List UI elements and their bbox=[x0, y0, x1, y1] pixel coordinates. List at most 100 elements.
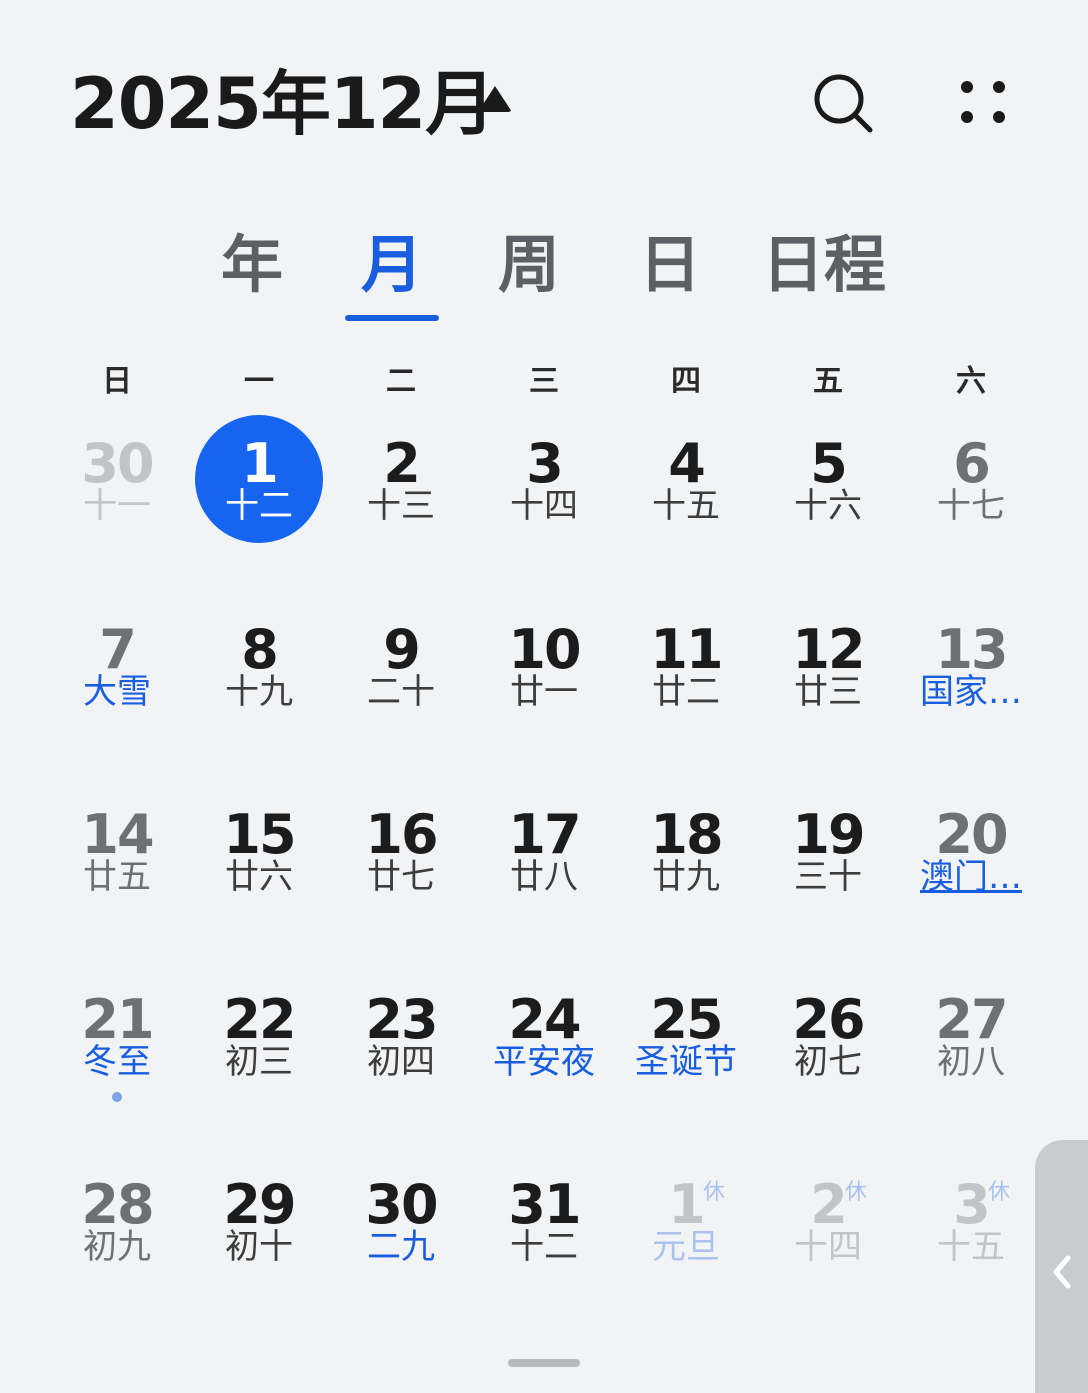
lunar-label: 十三 bbox=[367, 486, 435, 526]
day-cell[interactable]: 10 廿一 bbox=[473, 620, 615, 760]
day-cell[interactable]: 2 十三 bbox=[330, 434, 472, 574]
holiday-label: 平安夜 bbox=[493, 1042, 595, 1082]
day-cell[interactable]: 11 廿二 bbox=[615, 620, 757, 760]
day-number: 2 bbox=[810, 1173, 848, 1236]
day-cell[interactable]: 17 廿八 bbox=[473, 805, 615, 945]
lunar-label: 十七 bbox=[937, 486, 1005, 526]
lunar-label: 廿六 bbox=[225, 857, 293, 897]
day-number: 24 bbox=[508, 988, 581, 1051]
rest-day-tag: 休 bbox=[988, 1180, 1011, 1205]
day-cell[interactable]: 1 休 元旦 bbox=[615, 1175, 757, 1315]
tab-week[interactable]: 周 bbox=[487, 225, 571, 305]
solar-term-label: 二九 bbox=[367, 1227, 435, 1267]
lunar-label: 十五 bbox=[652, 486, 720, 526]
day-cell[interactable]: 9 二十 bbox=[330, 620, 472, 760]
tab-day[interactable]: 日 bbox=[628, 225, 712, 305]
day-cell[interactable]: 12 廿三 bbox=[757, 620, 899, 760]
solar-term-label: 大雪 bbox=[83, 672, 151, 712]
day-cell[interactable]: 19 三十 bbox=[757, 805, 899, 945]
day-cell[interactable]: 18 廿九 bbox=[615, 805, 757, 945]
lunar-label: 初三 bbox=[225, 1042, 293, 1082]
lunar-label: 二十 bbox=[367, 672, 435, 712]
lunar-label: 十一 bbox=[83, 486, 151, 526]
day-number: 7 bbox=[99, 618, 137, 681]
lunar-label: 初十 bbox=[225, 1227, 293, 1267]
day-cell[interactable]: 5 十六 bbox=[757, 434, 899, 574]
day-cell[interactable]: 23 初四 bbox=[330, 990, 472, 1130]
more-options-icon[interactable] bbox=[950, 72, 1016, 132]
day-number: 6 bbox=[953, 432, 991, 495]
month-title[interactable]: 2025年12月 bbox=[70, 62, 495, 146]
day-number: 3 bbox=[526, 432, 564, 495]
day-number: 26 bbox=[792, 988, 865, 1051]
rest-day-tag: 休 bbox=[845, 1180, 868, 1205]
weekday-sat: 六 bbox=[956, 364, 986, 399]
day-cell[interactable]: 3 休 十五 bbox=[900, 1175, 1042, 1315]
day-cell[interactable]: 16 廿七 bbox=[330, 805, 472, 945]
day-cell[interactable]: 20 澳门… bbox=[900, 805, 1042, 945]
day-cell[interactable]: 8 十九 bbox=[188, 620, 330, 760]
lunar-label: 十二 bbox=[510, 1227, 578, 1267]
tab-year[interactable]: 年 bbox=[210, 225, 294, 305]
lunar-label: 十四 bbox=[794, 1227, 862, 1267]
rest-day-tag: 休 bbox=[703, 1180, 726, 1205]
tab-month[interactable]: 月 bbox=[350, 225, 434, 305]
day-cell[interactable]: 14 廿五 bbox=[46, 805, 188, 945]
day-cell[interactable]: 15 廿六 bbox=[188, 805, 330, 945]
day-number: 8 bbox=[241, 618, 279, 681]
day-cell[interactable]: 26 初七 bbox=[757, 990, 899, 1130]
home-indicator[interactable] bbox=[508, 1359, 580, 1367]
day-number: 21 bbox=[81, 988, 154, 1051]
day-cell[interactable]: 29 初十 bbox=[188, 1175, 330, 1315]
day-cell[interactable]: 30 二九 bbox=[330, 1175, 472, 1315]
day-cell[interactable]: 30 十一 bbox=[46, 434, 188, 574]
day-cell[interactable]: 27 初八 bbox=[900, 990, 1042, 1130]
day-number: 27 bbox=[935, 988, 1008, 1051]
lunar-label: 廿五 bbox=[83, 857, 151, 897]
day-number: 3 bbox=[953, 1173, 991, 1236]
lunar-label: 廿一 bbox=[510, 672, 578, 712]
day-cell[interactable]: 28 初九 bbox=[46, 1175, 188, 1315]
holiday-label: 元旦 bbox=[652, 1227, 720, 1267]
event-dot bbox=[112, 1092, 122, 1102]
day-cell[interactable]: 3 十四 bbox=[473, 434, 615, 574]
day-number: 4 bbox=[668, 432, 706, 495]
day-number: 1 bbox=[241, 432, 279, 495]
day-cell[interactable]: 13 国家… bbox=[900, 620, 1042, 760]
day-number: 9 bbox=[383, 618, 421, 681]
day-cell-today[interactable]: 1 十二 bbox=[188, 434, 330, 574]
day-number: 15 bbox=[223, 803, 296, 866]
active-tab-indicator bbox=[345, 315, 439, 321]
solar-term-label: 冬至 bbox=[83, 1042, 151, 1082]
holiday-label: 圣诞节 bbox=[635, 1042, 737, 1082]
day-number: 16 bbox=[365, 803, 438, 866]
day-cell[interactable]: 22 初三 bbox=[188, 990, 330, 1130]
search-icon[interactable] bbox=[810, 70, 876, 136]
weekday-wed: 三 bbox=[529, 364, 559, 399]
day-cell[interactable]: 6 十七 bbox=[900, 434, 1042, 574]
lunar-label: 十九 bbox=[225, 672, 293, 712]
calendar-screen: 2025年12月 年 月 周 日 日程 日 一 二 三 四 五 六 30 十一 … bbox=[0, 0, 1088, 1393]
day-cell[interactable]: 7 大雪 bbox=[46, 620, 188, 760]
holiday-label: 澳门… bbox=[920, 857, 1022, 897]
day-cell[interactable]: 24 平安夜 bbox=[473, 990, 615, 1130]
day-number: 12 bbox=[792, 618, 865, 681]
day-cell[interactable]: 4 十五 bbox=[615, 434, 757, 574]
day-cell[interactable]: 2 休 十四 bbox=[757, 1175, 899, 1315]
day-number: 30 bbox=[81, 432, 154, 495]
lunar-label: 廿九 bbox=[652, 857, 720, 897]
lunar-label: 廿七 bbox=[367, 857, 435, 897]
day-number: 30 bbox=[365, 1173, 438, 1236]
lunar-label: 廿三 bbox=[794, 672, 862, 712]
tab-schedule[interactable]: 日程 bbox=[762, 225, 886, 305]
day-number: 22 bbox=[223, 988, 296, 1051]
day-cell[interactable]: 21 冬至 bbox=[46, 990, 188, 1130]
lunar-label: 廿二 bbox=[652, 672, 720, 712]
weekday-fri: 五 bbox=[813, 364, 843, 399]
day-cell[interactable]: 25 圣诞节 bbox=[615, 990, 757, 1130]
day-cell[interactable]: 31 十二 bbox=[473, 1175, 615, 1315]
collapse-arrow-icon[interactable] bbox=[478, 86, 512, 112]
lunar-label: 十四 bbox=[510, 486, 578, 526]
day-number: 20 bbox=[935, 803, 1008, 866]
holiday-label: 国家… bbox=[920, 672, 1022, 712]
